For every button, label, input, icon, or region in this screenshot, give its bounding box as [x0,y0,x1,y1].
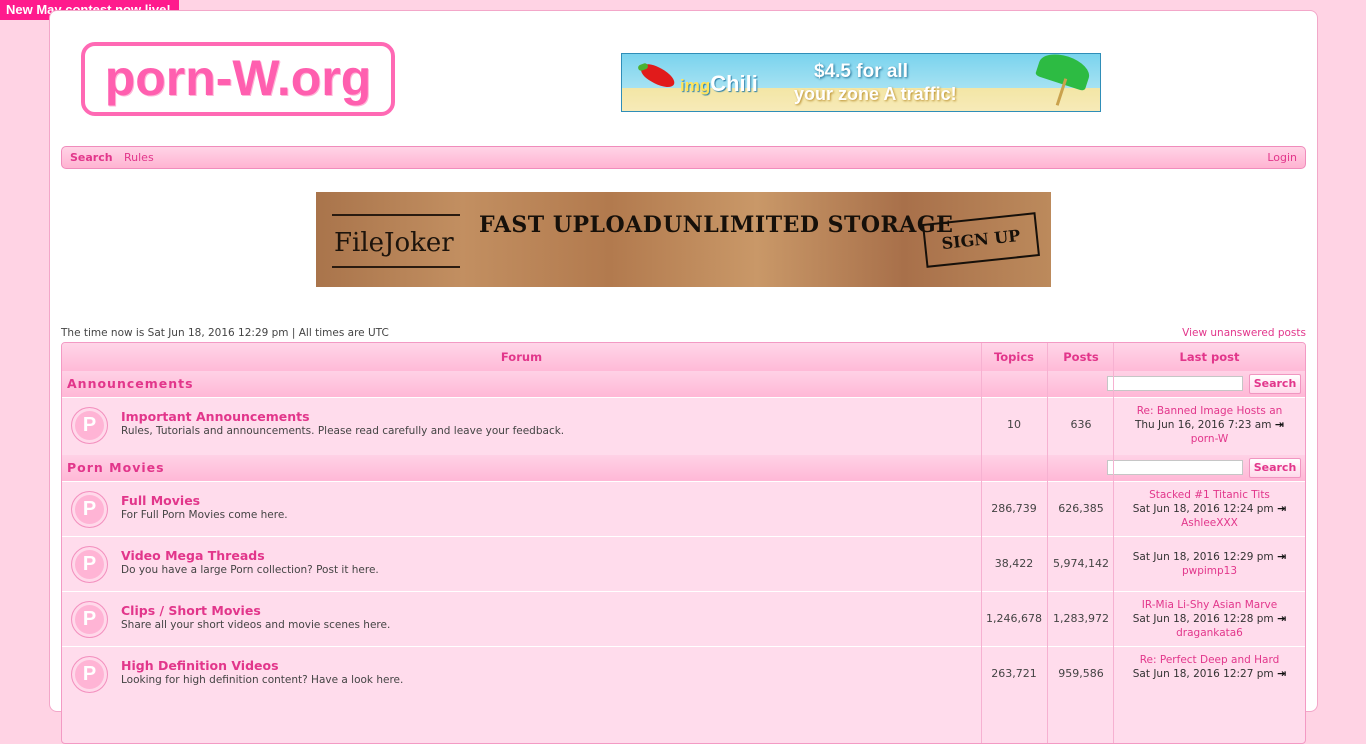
header-forum: Forum [500,350,543,364]
forum-description: Rules, Tutorials and announcements. Plea… [121,425,565,437]
category-row: Porn Movies Search [62,455,1305,481]
ad-tagline-storage: UNLIMITED STORAGE [663,212,954,238]
last-post-user-link[interactable]: dragankata6 [1114,626,1305,640]
forum-status-icon: P [71,601,108,638]
last-post-cell: Re: Banned Image Hosts an Thu Jun 16, 20… [1114,404,1305,446]
goto-last-post-icon[interactable]: ⇥ [1277,502,1286,516]
forum-status-icon: P [71,546,108,583]
forum-topics-count: 263,721 [991,667,1037,680]
forum-topics-count: 1,246,678 [986,612,1042,625]
forum-topics-count: 10 [1007,418,1021,431]
current-time-text: The time now is Sat Jun 18, 2016 12:29 p… [61,327,389,339]
forum-description: Share all your short videos and movie sc… [121,619,391,631]
goto-last-post-icon[interactable]: ⇥ [1277,667,1286,681]
forum-description: Do you have a large Porn collection? Pos… [121,564,379,576]
filejoker-ad-banner[interactable]: FileJoker FAST UPLOAD UNLIMITED STORAGE … [316,192,1051,287]
forum-posts-count: 636 [1070,418,1092,431]
last-post-cell: Sat Jun 18, 2016 12:29 pm ⇥ pwpimp13 [1114,550,1305,578]
category-search-button[interactable]: Search [1249,458,1301,478]
forum-status-icon: P [71,491,108,528]
forum-topics-count: 38,422 [994,557,1034,570]
last-post-date: Sat Jun 18, 2016 12:29 pm [1132,551,1274,563]
category-title[interactable]: Announcements [67,376,194,391]
forum-row: P Important Announcements Rules, Tutoria… [62,397,1305,452]
last-post-cell: Stacked #1 Titanic Tits Sat Jun 18, 2016… [1114,488,1305,530]
column-divider [1047,343,1048,743]
nav-search-link[interactable]: Search [70,151,113,164]
ad-brand: FileJoker [334,228,454,258]
ornament-line [332,214,460,216]
table-header: Forum Topics Posts Last post [62,343,1305,371]
forum-topics-count: 286,739 [991,502,1037,515]
nav-login-link[interactable]: Login [1267,151,1297,164]
ad-price: $4.5 for all [814,61,908,82]
header-posts: Posts [1063,350,1099,364]
view-unanswered-link[interactable]: View unanswered posts [1182,327,1306,339]
forum-posts-count: 626,385 [1058,502,1104,515]
column-divider [981,343,982,743]
last-post-title-link[interactable]: IR-Mia Li-Shy Asian Marve [1114,598,1305,612]
last-post-cell: IR-Mia Li-Shy Asian Marve Sat Jun 18, 20… [1114,598,1305,640]
ornament-line [332,266,460,268]
column-divider [1113,343,1114,743]
last-post-cell: Re: Perfect Deep and Hard Sat Jun 18, 20… [1114,653,1305,681]
goto-last-post-icon[interactable]: ⇥ [1277,550,1286,564]
nav-bar: Search Rules Login [61,146,1306,169]
last-post-title-link[interactable]: Re: Perfect Deep and Hard [1114,653,1305,667]
forum-row: P Full Movies For Full Porn Movies come … [62,481,1305,536]
forum-title-link[interactable]: Full Movies [121,493,200,508]
last-post-date: Sat Jun 18, 2016 12:28 pm [1132,613,1274,625]
forum-description: Looking for high definition content? Hav… [121,674,404,686]
last-post-date: Thu Jun 16, 2016 7:23 am [1134,419,1272,431]
category-row: Announcements Search [62,371,1305,397]
ad-brand: imgChili [680,71,758,96]
forum-status-icon: P [71,407,108,444]
forum-status-icon: P [71,656,108,693]
ad-subtitle: your zone A traffic! [794,84,957,104]
forum-row: P Video Mega Threads Do you have a large… [62,536,1305,591]
forum-posts-count: 959,586 [1058,667,1104,680]
goto-last-post-icon[interactable]: ⇥ [1277,612,1286,626]
last-post-user-link[interactable]: AshleeXXX [1114,516,1305,530]
forum-title-link[interactable]: High Definition Videos [121,658,279,673]
category-search-input[interactable] [1107,460,1243,475]
header-topics: Topics [993,350,1035,364]
last-post-date: Sat Jun 18, 2016 12:27 pm [1132,668,1274,680]
last-post-title-link[interactable]: Stacked #1 Titanic Tits [1114,488,1305,502]
forum-title-link[interactable]: Clips / Short Movies [121,603,261,618]
forum-description: For Full Porn Movies come here. [121,509,288,521]
category-search-input[interactable] [1107,376,1243,391]
last-post-user-link[interactable]: porn-W [1114,432,1305,446]
page-wrapper: porn-W.org imgChili $4.5 for all your zo… [49,10,1318,744]
ad-tagline-fast: FAST UPLOAD [479,212,663,238]
forum-posts-count: 1,283,972 [1053,612,1109,625]
forum-title-link[interactable]: Video Mega Threads [121,548,265,563]
forum-title-link[interactable]: Important Announcements [121,409,310,424]
nav-rules-link[interactable]: Rules [124,151,154,164]
site-logo[interactable]: porn-W.org [81,42,395,116]
last-post-user-link[interactable]: pwpimp13 [1114,564,1305,578]
category-title[interactable]: Porn Movies [67,460,165,475]
goto-last-post-icon[interactable]: ⇥ [1275,418,1284,432]
imgchili-ad-banner[interactable]: imgChili $4.5 for all your zone A traffi… [621,53,1101,112]
last-post-title-link[interactable]: Re: Banned Image Hosts an [1114,404,1305,418]
header-last-post: Last post [1179,350,1240,364]
category-search-button[interactable]: Search [1249,374,1301,394]
forum-row: P Clips / Short Movies Share all your sh… [62,591,1305,646]
last-post-date: Sat Jun 18, 2016 12:24 pm [1132,503,1274,515]
forum-row: P High Definition Videos Looking for hig… [62,646,1305,701]
forum-posts-count: 5,974,142 [1053,557,1109,570]
